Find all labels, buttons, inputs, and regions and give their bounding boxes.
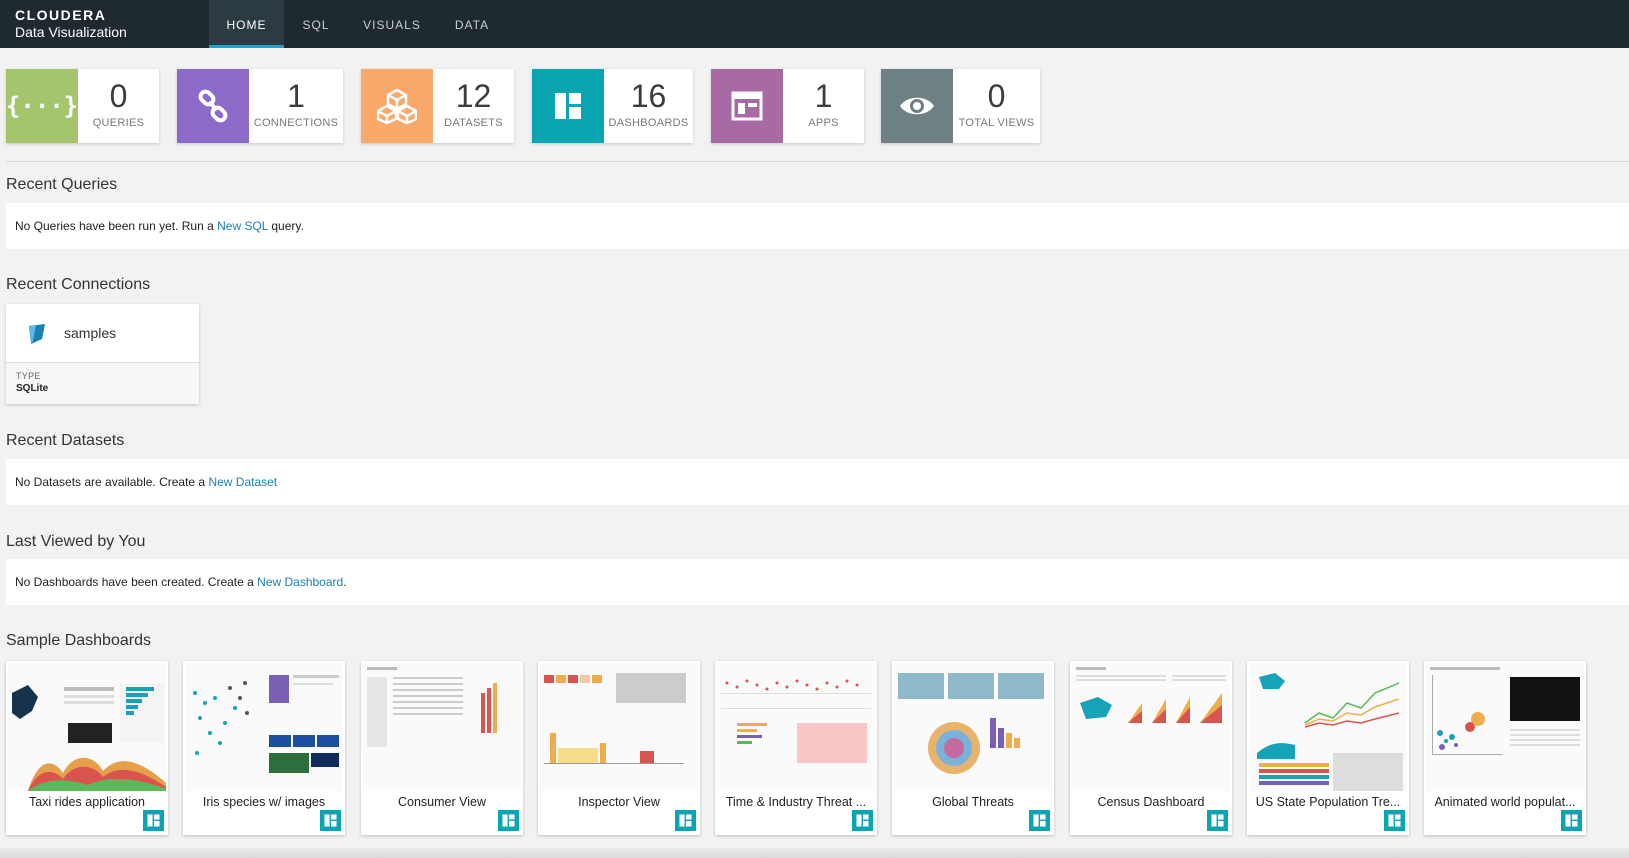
brand-product: Data Visualization [15, 24, 127, 40]
stat-card-apps[interactable]: 1 APPS [711, 69, 864, 143]
last-viewed-message: No Dashboards have been created. Create … [6, 559, 1629, 605]
dashboard-title: Taxi rides application [28, 795, 146, 809]
connection-type-value: SQLite [16, 383, 49, 394]
stat-label: APPS [808, 117, 839, 129]
page-bottom-edge [0, 848, 1629, 858]
brand-logo[interactable]: CLOUDERA Data Visualization [15, 7, 127, 41]
stat-label: DATASETS [444, 117, 503, 129]
new-dataset-link[interactable]: New Dataset [208, 475, 277, 489]
top-navigation-bar: CLOUDERA Data Visualization HOME SQL VIS… [0, 0, 1629, 48]
section-title-recent-connections: Recent Connections [6, 276, 151, 293]
stat-value: 0 [109, 78, 128, 114]
connection-card-samples[interactable]: samples TYPE SQLite [6, 304, 199, 404]
dashboard-icon[interactable] [1561, 810, 1582, 831]
dashboard-thumbnail [894, 663, 1052, 791]
stat-value: 1 [287, 78, 305, 114]
sample-dashboard-card[interactable]: Global Threats [892, 661, 1054, 835]
dashboard-thumbnail [185, 663, 343, 791]
dashboard-icon[interactable] [675, 810, 696, 831]
tab-sql[interactable]: SQL [291, 0, 341, 48]
dashboard-thumbnail [1249, 663, 1407, 791]
stat-label: TOTAL VIEWS [958, 117, 1035, 129]
new-dashboard-link[interactable]: New Dashboard [257, 575, 343, 589]
stat-label: DASHBOARDS [608, 117, 689, 129]
app-icon [711, 69, 783, 143]
stat-value: 0 [987, 78, 1006, 114]
dashboard-icon[interactable] [852, 810, 873, 831]
dashboard-thumbnail [363, 663, 521, 791]
tab-data[interactable]: DATA [446, 0, 498, 48]
sqlite-icon [26, 323, 48, 350]
recent-datasets-message: No Datasets are available. Create a New … [6, 459, 1629, 505]
cubes-icon [361, 69, 433, 143]
connection-type-label: TYPE [16, 371, 41, 381]
stat-card-total-views[interactable]: 0 TOTAL VIEWS [881, 69, 1040, 143]
sample-dashboard-card[interactable]: Census Dashboard [1070, 661, 1232, 835]
section-title-sample-dashboards: Sample Dashboards [6, 632, 151, 649]
stat-card-queries[interactable]: {···} 0 QUERIES [6, 69, 159, 143]
tab-home[interactable]: HOME [209, 0, 284, 48]
dashboard-icon[interactable] [1384, 810, 1405, 831]
brand-name: CLOUDERA [15, 7, 107, 23]
sample-dashboard-card[interactable]: Taxi rides application [6, 661, 168, 835]
dashboard-thumbnail [1072, 663, 1230, 791]
dashboard-icon[interactable] [1207, 810, 1228, 831]
dashboard-title: US State Population Tre... [1255, 795, 1401, 809]
dashboard-title: Iris species w/ images [202, 795, 326, 809]
connection-card-footer: TYPE SQLite [6, 363, 199, 404]
dashboard-icon[interactable] [320, 810, 341, 831]
dashboard-title: Consumer View [397, 795, 486, 809]
recent-queries-message: No Queries have been run yet. Run a New … [6, 203, 1629, 249]
dashboard-icon[interactable] [143, 810, 164, 831]
dashboard-title: Census Dashboard [1097, 795, 1205, 809]
message-text: . [343, 575, 347, 589]
message-text: No Queries have been run yet. Run a [15, 219, 218, 233]
dashboard-icon [532, 69, 604, 143]
sample-dashboard-card[interactable]: Animated world populat... [1424, 661, 1586, 835]
message-text: No Datasets are available. Create a [15, 475, 209, 489]
message-text: query. [268, 219, 304, 233]
sample-dashboard-card[interactable]: Time & Industry Threat ... [715, 661, 877, 835]
section-divider [6, 161, 1629, 162]
dashboard-thumbnail [717, 663, 875, 791]
sample-dashboard-card[interactable]: Iris species w/ images [183, 661, 345, 835]
sample-dashboard-card[interactable]: Inspector View [538, 661, 700, 835]
stat-card-datasets[interactable]: 12 DATASETS [361, 69, 514, 143]
message-text: No Dashboards have been created. Create … [15, 575, 258, 589]
connection-name: samples [64, 325, 117, 341]
eye-icon [881, 69, 953, 143]
dashboard-title: Inspector View [578, 795, 660, 809]
link-icon [177, 69, 249, 143]
dashboard-icon[interactable] [1029, 810, 1050, 831]
tab-visuals[interactable]: VISUALS [358, 0, 426, 48]
stat-label: QUERIES [92, 117, 145, 129]
dashboard-thumbnail [8, 663, 166, 791]
sample-dashboard-card[interactable]: Consumer View [361, 661, 523, 835]
connection-card-header: samples [6, 304, 199, 363]
stat-value: 1 [814, 78, 833, 114]
dashboard-thumbnail [540, 663, 698, 791]
stat-value: 16 [630, 78, 667, 114]
stat-value: 12 [455, 78, 492, 114]
new-sql-link[interactable]: New SQL [217, 219, 268, 233]
braces-icon: {···} [6, 69, 78, 143]
dashboard-title: Global Threats [932, 795, 1014, 809]
stat-card-connections[interactable]: 1 CONNECTIONS [177, 69, 343, 143]
dashboard-title: Time & Industry Threat ... [725, 795, 867, 809]
section-title-recent-queries: Recent Queries [6, 176, 118, 193]
section-title-recent-datasets: Recent Datasets [6, 432, 125, 449]
dashboard-thumbnail [1426, 663, 1584, 791]
stat-card-dashboards[interactable]: 16 DASHBOARDS [532, 69, 693, 143]
section-title-last-viewed: Last Viewed by You [6, 533, 146, 550]
dashboard-title: Animated world populat... [1434, 795, 1576, 809]
dashboard-icon[interactable] [498, 810, 519, 831]
stat-label: CONNECTIONS [253, 117, 339, 129]
sample-dashboard-card[interactable]: US State Population Tre... [1247, 661, 1409, 835]
